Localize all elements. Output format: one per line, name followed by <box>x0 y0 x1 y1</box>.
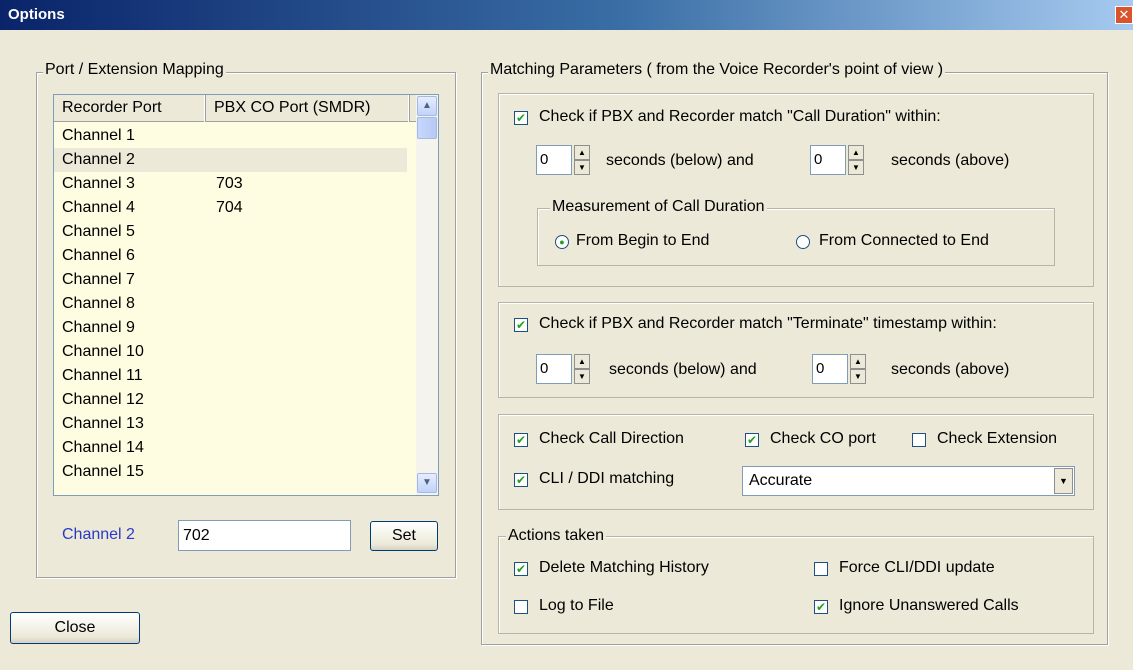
co-port-cell: 704 <box>216 199 243 216</box>
recorder-port-cell: Channel 12 <box>62 391 144 408</box>
duration-above-input[interactable]: 0 <box>810 145 846 175</box>
log-file-label: Log to File <box>539 597 614 614</box>
matching-parameters-legend: Matching Parameters ( from the Voice Rec… <box>488 61 946 79</box>
scroll-down-icon[interactable]: ▼ <box>417 473 437 493</box>
terminate-above-label: seconds (above) <box>891 361 1010 378</box>
terminate-below-down-icon[interactable]: ▼ <box>574 369 590 384</box>
terminate-label: Check if PBX and Recorder match "Termina… <box>539 315 997 332</box>
call-direction-checkbox[interactable]: ✔ <box>514 433 528 447</box>
measurement-legend: Measurement of Call Duration <box>550 198 767 216</box>
terminate-below-input[interactable]: 0 <box>536 354 572 384</box>
recorder-port-cell: Channel 2 <box>62 151 135 168</box>
table-row[interactable]: Channel 4 704 <box>54 196 407 220</box>
duration-above-up-icon[interactable]: ▲ <box>848 145 864 160</box>
column-header-recorder-port[interactable]: Recorder Port <box>54 95 206 122</box>
actions-legend: Actions taken <box>506 527 607 545</box>
terminate-above-up-icon[interactable]: ▲ <box>850 354 866 369</box>
duration-above-down-icon[interactable]: ▼ <box>848 160 864 175</box>
table-row[interactable]: Channel 3 703 <box>54 172 407 196</box>
force-update-label: Force CLI/DDI update <box>839 559 995 576</box>
table-row[interactable]: Channel 7 <box>54 268 407 292</box>
table-row[interactable]: Channel 13 <box>54 412 407 436</box>
cli-ddi-label: CLI / DDI matching <box>539 470 675 487</box>
recorder-port-cell: Channel 8 <box>62 295 135 312</box>
cli-mode-select[interactable]: Accurate ▼ <box>742 466 1075 496</box>
co-port-input[interactable]: 702 <box>178 520 351 551</box>
window-title: Options <box>8 6 65 23</box>
table-row[interactable]: Channel 6 <box>54 244 407 268</box>
extension-checkbox[interactable] <box>912 433 926 447</box>
list-header: Recorder Port PBX CO Port (SMDR) <box>54 95 417 122</box>
actions-group <box>498 536 1094 634</box>
duration-below-input[interactable]: 0 <box>536 145 572 175</box>
from-connected-label: From Connected to End <box>819 232 989 249</box>
cli-mode-value: Accurate <box>749 472 813 489</box>
terminate-below-up-icon[interactable]: ▲ <box>574 354 590 369</box>
terminate-checkbox[interactable]: ✔ <box>514 318 528 332</box>
recorder-port-cell: Channel 13 <box>62 415 144 432</box>
table-row[interactable]: Channel 5 <box>54 220 407 244</box>
title-bar: Options ✕ <box>0 0 1133 30</box>
from-connected-radio[interactable] <box>796 235 810 249</box>
recorder-port-cell: Channel 4 <box>62 199 135 216</box>
co-port-label: Check CO port <box>770 430 876 447</box>
recorder-port-cell: Channel 10 <box>62 343 144 360</box>
terminate-above-input[interactable]: 0 <box>812 354 848 384</box>
chevron-down-icon[interactable]: ▼ <box>1054 468 1073 494</box>
extension-label: Check Extension <box>937 430 1058 447</box>
recorder-port-cell: Channel 3 <box>62 175 135 192</box>
recorder-port-cell: Channel 5 <box>62 223 135 240</box>
terminate-above-down-icon[interactable]: ▼ <box>850 369 866 384</box>
cli-ddi-checkbox[interactable]: ✔ <box>514 473 528 487</box>
terminate-below-label: seconds (below) and <box>609 361 757 378</box>
table-row[interactable]: Channel 11 <box>54 364 407 388</box>
force-update-checkbox[interactable] <box>814 562 828 576</box>
table-row[interactable]: Channel 2 <box>54 148 407 172</box>
set-button[interactable]: Set <box>370 521 438 551</box>
scroll-up-icon[interactable]: ▲ <box>417 96 437 116</box>
duration-below-label: seconds (below) and <box>606 152 754 169</box>
close-button[interactable]: Close <box>10 612 140 644</box>
co-port-checkbox[interactable]: ✔ <box>745 433 759 447</box>
scroll-thumb[interactable] <box>417 117 437 139</box>
ignore-unanswered-label: Ignore Unanswered Calls <box>839 597 1019 614</box>
delete-history-label: Delete Matching History <box>539 559 709 576</box>
selected-channel-label: Channel 2 <box>62 526 135 543</box>
close-icon[interactable]: ✕ <box>1115 6 1133 24</box>
table-row[interactable]: Channel 14 <box>54 436 407 460</box>
recorder-port-cell: Channel 9 <box>62 319 135 336</box>
from-begin-radio[interactable]: ● <box>555 235 569 249</box>
column-header-pbx-co-port[interactable]: PBX CO Port (SMDR) <box>206 95 410 122</box>
recorder-port-cell: Channel 11 <box>62 367 143 384</box>
call-duration-label: Check if PBX and Recorder match "Call Du… <box>539 108 941 125</box>
call-direction-label: Check Call Direction <box>539 430 684 447</box>
recorder-port-cell: Channel 6 <box>62 247 135 264</box>
recorder-port-cell: Channel 7 <box>62 271 135 288</box>
recorder-port-cell: Channel 1 <box>62 127 135 144</box>
table-row[interactable]: Channel 10 <box>54 340 407 364</box>
from-begin-label: From Begin to End <box>576 232 710 249</box>
duration-below-down-icon[interactable]: ▼ <box>574 160 590 175</box>
duration-below-up-icon[interactable]: ▲ <box>574 145 590 160</box>
table-row[interactable]: Channel 15 <box>54 460 407 484</box>
recorder-port-cell: Channel 14 <box>62 439 144 456</box>
table-row[interactable]: Channel 12 <box>54 388 407 412</box>
recorder-port-cell: Channel 15 <box>62 463 144 480</box>
log-file-checkbox[interactable] <box>514 600 528 614</box>
port-mapping-legend: Port / Extension Mapping <box>43 61 226 79</box>
co-port-cell: 703 <box>216 175 243 192</box>
table-row[interactable]: Channel 9 <box>54 316 407 340</box>
port-mapping-list[interactable]: Recorder Port PBX CO Port (SMDR) Channel… <box>53 94 439 496</box>
delete-history-checkbox[interactable]: ✔ <box>514 562 528 576</box>
call-duration-checkbox[interactable]: ✔ <box>514 111 528 125</box>
table-row[interactable]: Channel 1 <box>54 124 407 148</box>
duration-above-label: seconds (above) <box>891 152 1010 169</box>
list-scrollbar[interactable]: ▲ ▼ <box>416 95 438 495</box>
table-row[interactable]: Channel 8 <box>54 292 407 316</box>
ignore-unanswered-checkbox[interactable]: ✔ <box>814 600 828 614</box>
